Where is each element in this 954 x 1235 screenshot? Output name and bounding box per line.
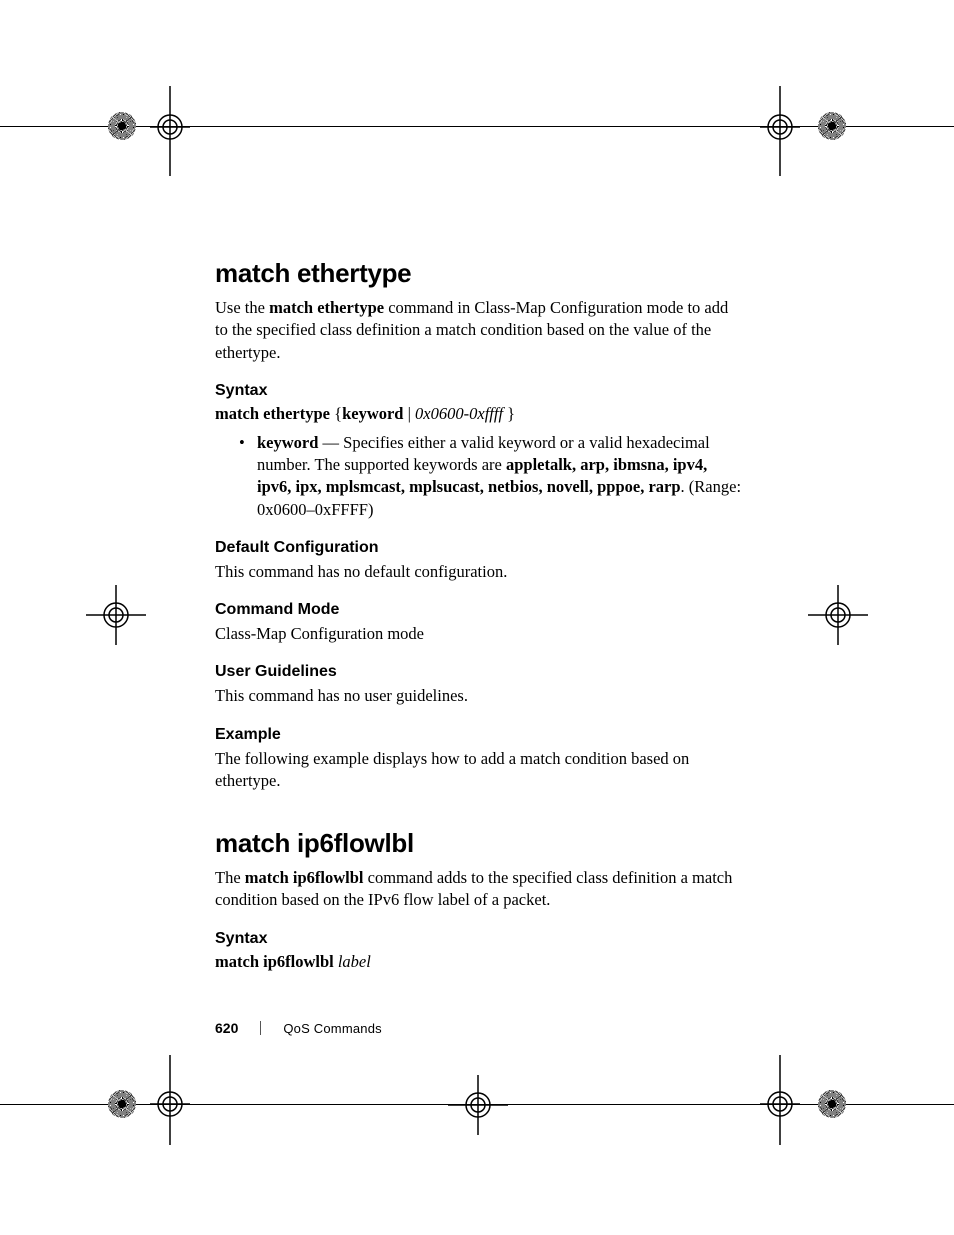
text-italic: 0x0600-0xffff [415, 404, 507, 423]
user-guidelines-text: This command has no user guidelines. [215, 685, 745, 707]
text-bold: match ethertype [269, 298, 384, 317]
default-config-text: This command has no default configuratio… [215, 561, 745, 583]
register-cross-icon [750, 1055, 810, 1145]
register-cross-icon [145, 86, 205, 176]
heading-example: Example [215, 726, 745, 744]
register-cross-icon [145, 1055, 205, 1145]
syntax-line: match ip6flowlbl label [215, 952, 745, 972]
text-italic: label [338, 952, 371, 971]
page-content: match ethertype Use the match ethertype … [215, 258, 745, 980]
syntax-line: match ethertype {keyword | 0x0600-0xffff… [215, 404, 745, 424]
heading-user-guidelines: User Guidelines [215, 663, 745, 681]
command-intro: The match ip6flowlbl command adds to the… [215, 867, 745, 912]
heading-syntax: Syntax [215, 382, 745, 400]
command-title: match ethertype [215, 258, 745, 289]
heading-command-mode: Command Mode [215, 601, 745, 619]
page: match ethertype Use the match ethertype … [0, 0, 954, 1235]
text: Use the [215, 298, 269, 317]
register-mark-icon [108, 112, 136, 140]
example-text: The following example displays how to ad… [215, 748, 745, 793]
command-mode-text: Class-Map Configuration mode [215, 623, 745, 645]
text: } [507, 404, 515, 423]
register-mark-icon [108, 1090, 136, 1118]
text: | [403, 404, 415, 423]
page-number: 620 [215, 1020, 238, 1036]
register-cross-icon [750, 86, 810, 176]
list-item: keyword — Specifies either a valid keywo… [257, 432, 745, 521]
chapter-title: QoS Commands [283, 1021, 382, 1036]
heading-syntax: Syntax [215, 930, 745, 948]
register-cross-icon [448, 1075, 508, 1145]
command-title: match ip6flowlbl [215, 828, 745, 859]
heading-default-config: Default Configuration [215, 539, 745, 557]
text-bold: keyword [257, 433, 318, 452]
text: { [330, 404, 342, 423]
text-bold: keyword [342, 404, 403, 423]
register-cross-icon [86, 580, 146, 650]
command-block-match-ethertype: match ethertype Use the match ethertype … [215, 258, 745, 792]
register-mark-icon [818, 112, 846, 140]
footer-divider [260, 1021, 261, 1035]
command-block-match-ip6flowlbl: match ip6flowlbl The match ip6flowlbl co… [215, 828, 745, 972]
text: The [215, 868, 245, 887]
page-footer: 620 QoS Commands [215, 1020, 382, 1036]
text-bold: match ip6flowlbl [245, 868, 364, 887]
register-mark-icon [818, 1090, 846, 1118]
register-cross-icon [808, 580, 868, 650]
text-bold: match ethertype [215, 404, 330, 423]
command-intro: Use the match ethertype command in Class… [215, 297, 745, 364]
text-bold: match ip6flowlbl [215, 952, 338, 971]
crop-line-top [0, 126, 954, 127]
syntax-bullets: keyword — Specifies either a valid keywo… [215, 432, 745, 521]
